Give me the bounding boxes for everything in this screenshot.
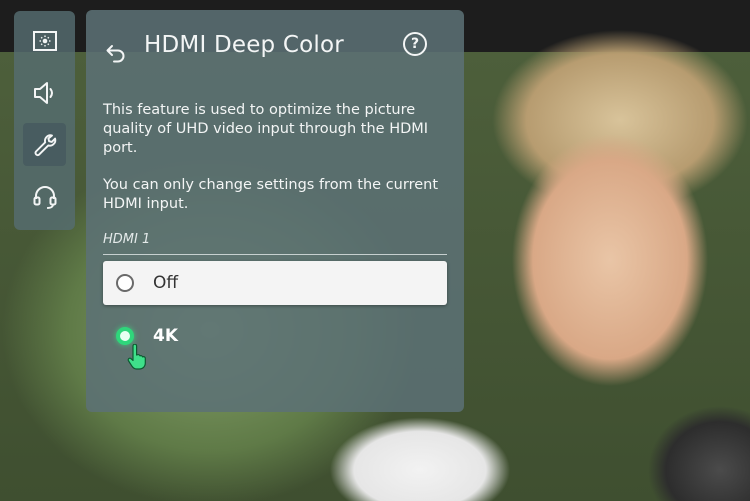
option-label: 4K bbox=[153, 326, 179, 346]
headset-icon bbox=[33, 185, 56, 209]
back-arrow-icon bbox=[106, 45, 125, 63]
option-off[interactable]: Off bbox=[103, 261, 447, 305]
picture-settings-icon bbox=[32, 30, 57, 51]
wrench-icon bbox=[34, 133, 56, 156]
rail-item-general[interactable] bbox=[23, 123, 66, 166]
help-button[interactable]: ? bbox=[403, 32, 427, 56]
radio-selected-icon bbox=[116, 327, 134, 345]
page-title: HDMI Deep Color bbox=[144, 32, 344, 58]
hdmi-input-label: HDMI 1 bbox=[103, 232, 151, 247]
rail-item-picture[interactable] bbox=[23, 19, 66, 62]
radio-unselected-icon bbox=[116, 274, 134, 292]
back-button[interactable] bbox=[104, 42, 128, 64]
pointer-hand-cursor-icon bbox=[127, 344, 146, 370]
section-divider bbox=[103, 254, 447, 255]
feature-note: You can only change settings from the cu… bbox=[103, 177, 439, 212]
settings-category-rail bbox=[14, 11, 75, 230]
option-label: Off bbox=[153, 273, 179, 293]
help-icon: ? bbox=[410, 36, 420, 52]
feature-description: This feature is used to optimize the pic… bbox=[103, 102, 429, 156]
speaker-icon bbox=[33, 81, 53, 104]
rail-item-sound[interactable] bbox=[23, 71, 66, 114]
rail-item-support[interactable] bbox=[23, 175, 66, 218]
option-4k[interactable]: 4K bbox=[103, 314, 447, 358]
